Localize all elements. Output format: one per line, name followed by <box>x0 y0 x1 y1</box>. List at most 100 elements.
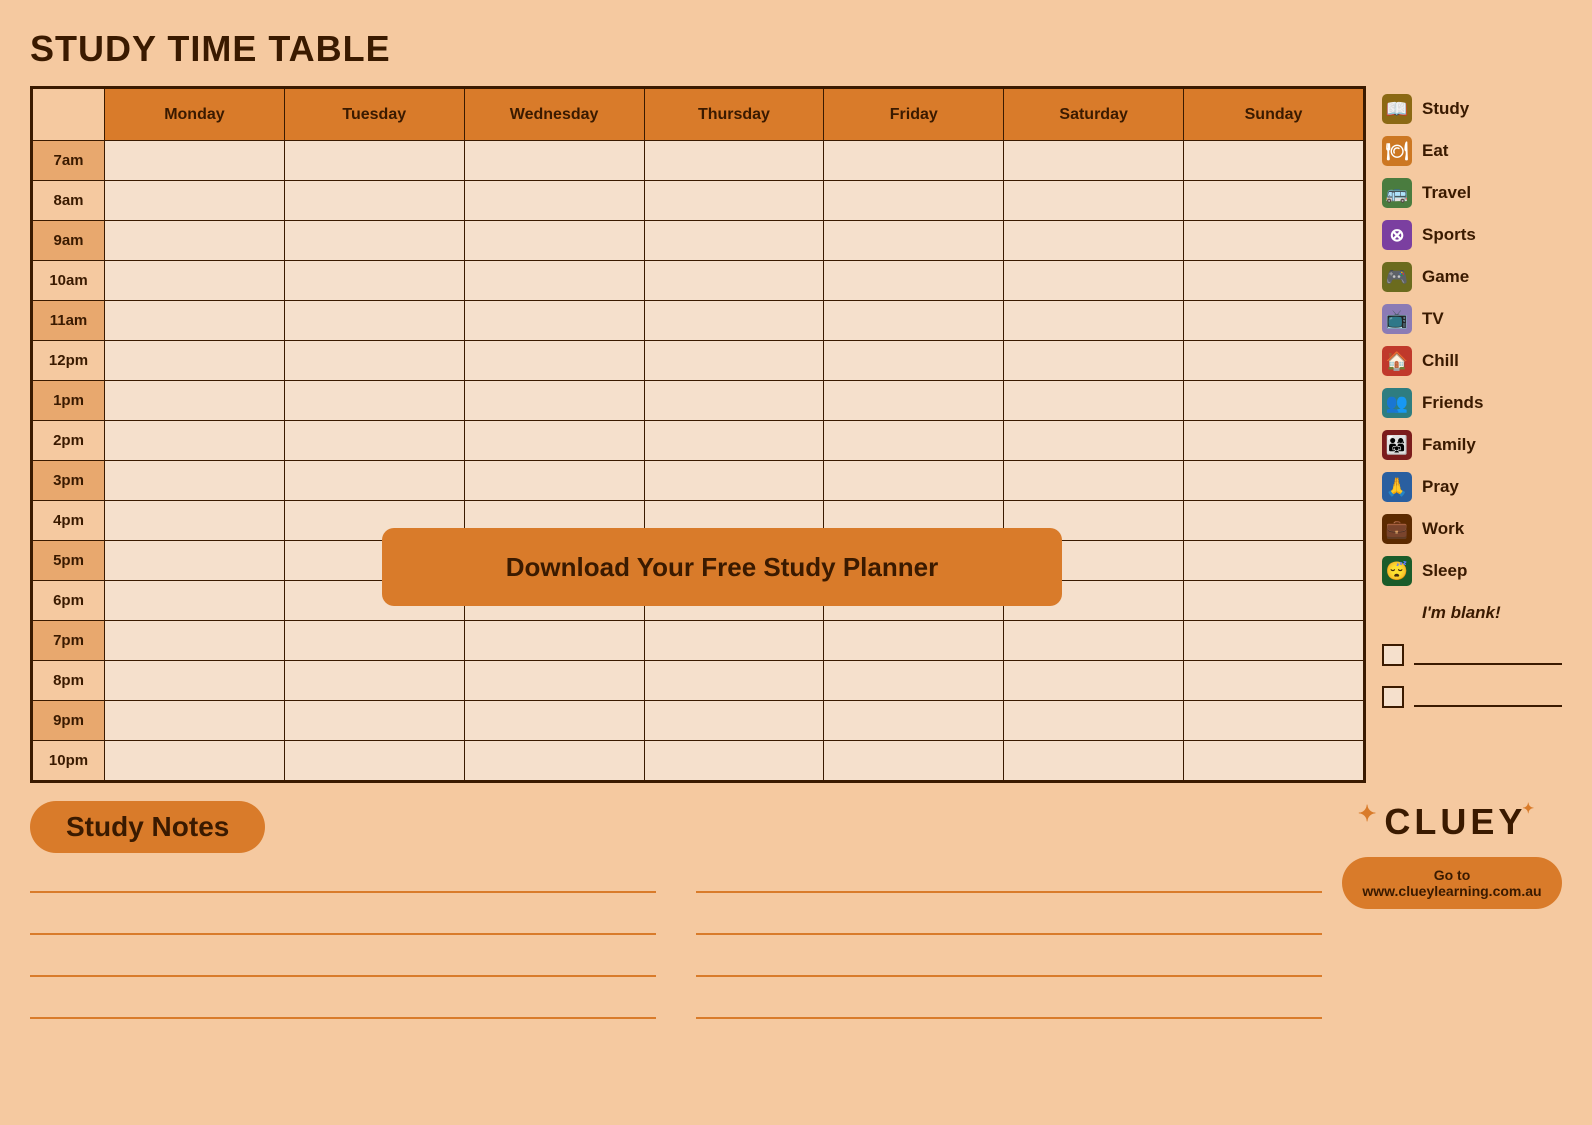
table-cell[interactable] <box>105 261 285 301</box>
table-cell[interactable] <box>824 381 1004 421</box>
table-cell[interactable] <box>644 341 824 381</box>
table-cell[interactable] <box>824 701 1004 741</box>
table-cell[interactable] <box>1004 141 1184 181</box>
table-cell[interactable] <box>824 301 1004 341</box>
table-cell[interactable] <box>105 741 285 781</box>
legend-checkbox[interactable] <box>1382 644 1404 666</box>
table-cell[interactable] <box>284 261 464 301</box>
table-cell[interactable] <box>1184 341 1364 381</box>
table-cell[interactable] <box>644 421 824 461</box>
table-cell[interactable] <box>1184 741 1364 781</box>
table-cell[interactable] <box>284 661 464 701</box>
table-cell[interactable] <box>1004 661 1184 701</box>
table-cell[interactable] <box>1184 501 1364 541</box>
table-cell[interactable] <box>1004 221 1184 261</box>
table-cell[interactable] <box>1184 181 1364 221</box>
table-cell[interactable] <box>464 221 644 261</box>
table-cell[interactable] <box>1004 381 1184 421</box>
table-cell[interactable] <box>284 341 464 381</box>
table-cell[interactable] <box>284 381 464 421</box>
table-cell[interactable] <box>644 741 824 781</box>
table-cell[interactable] <box>105 141 285 181</box>
table-cell[interactable] <box>1004 181 1184 221</box>
table-cell[interactable] <box>105 541 285 581</box>
table-cell[interactable] <box>1184 581 1364 621</box>
table-cell[interactable] <box>1004 621 1184 661</box>
table-cell[interactable] <box>824 621 1004 661</box>
table-cell[interactable] <box>105 621 285 661</box>
table-cell[interactable] <box>464 301 644 341</box>
table-cell[interactable] <box>1004 261 1184 301</box>
table-cell[interactable] <box>1184 461 1364 501</box>
website-badge[interactable]: Go to www.clueylearning.com.au <box>1342 857 1562 909</box>
table-cell[interactable] <box>824 421 1004 461</box>
table-cell[interactable] <box>105 341 285 381</box>
table-cell[interactable] <box>1004 301 1184 341</box>
table-cell[interactable] <box>1184 421 1364 461</box>
table-cell[interactable] <box>644 221 824 261</box>
table-cell[interactable] <box>464 621 644 661</box>
table-cell[interactable] <box>644 621 824 661</box>
table-cell[interactable] <box>464 341 644 381</box>
table-cell[interactable] <box>824 261 1004 301</box>
table-cell[interactable] <box>284 741 464 781</box>
table-cell[interactable] <box>824 181 1004 221</box>
table-cell[interactable] <box>284 701 464 741</box>
table-cell[interactable] <box>1004 341 1184 381</box>
legend-checkbox[interactable] <box>1382 686 1404 708</box>
table-cell[interactable] <box>284 301 464 341</box>
table-cell[interactable] <box>464 701 644 741</box>
table-cell[interactable] <box>464 461 644 501</box>
table-cell[interactable] <box>1184 381 1364 421</box>
table-cell[interactable] <box>1004 741 1184 781</box>
table-cell[interactable] <box>284 621 464 661</box>
table-cell[interactable] <box>824 661 1004 701</box>
table-cell[interactable] <box>824 221 1004 261</box>
table-cell[interactable] <box>464 421 644 461</box>
table-cell[interactable] <box>824 741 1004 781</box>
table-cell[interactable] <box>105 301 285 341</box>
table-cell[interactable] <box>824 341 1004 381</box>
table-cell[interactable] <box>105 421 285 461</box>
table-cell[interactable] <box>464 261 644 301</box>
table-cell[interactable] <box>464 741 644 781</box>
table-cell[interactable] <box>644 461 824 501</box>
table-cell[interactable] <box>464 181 644 221</box>
table-cell[interactable] <box>105 701 285 741</box>
table-cell[interactable] <box>824 141 1004 181</box>
table-cell[interactable] <box>284 221 464 261</box>
table-cell[interactable] <box>105 381 285 421</box>
table-cell[interactable] <box>284 461 464 501</box>
table-cell[interactable] <box>1004 461 1184 501</box>
table-cell[interactable] <box>105 661 285 701</box>
table-cell[interactable] <box>1184 301 1364 341</box>
table-cell[interactable] <box>824 461 1004 501</box>
table-cell[interactable] <box>105 581 285 621</box>
table-cell[interactable] <box>105 461 285 501</box>
table-cell[interactable] <box>105 501 285 541</box>
table-cell[interactable] <box>1184 221 1364 261</box>
table-cell[interactable] <box>1184 141 1364 181</box>
table-cell[interactable] <box>464 661 644 701</box>
table-cell[interactable] <box>644 181 824 221</box>
table-cell[interactable] <box>284 421 464 461</box>
table-cell[interactable] <box>644 261 824 301</box>
table-cell[interactable] <box>1184 661 1364 701</box>
table-cell[interactable] <box>644 301 824 341</box>
table-cell[interactable] <box>284 181 464 221</box>
table-cell[interactable] <box>644 141 824 181</box>
download-button[interactable]: Download Your Free Study Planner <box>382 528 1062 606</box>
table-cell[interactable] <box>644 381 824 421</box>
table-cell[interactable] <box>1184 541 1364 581</box>
table-cell[interactable] <box>1004 421 1184 461</box>
table-cell[interactable] <box>464 141 644 181</box>
table-cell[interactable] <box>284 141 464 181</box>
table-cell[interactable] <box>105 221 285 261</box>
table-cell[interactable] <box>1184 621 1364 661</box>
table-cell[interactable] <box>105 181 285 221</box>
table-cell[interactable] <box>1004 701 1184 741</box>
table-cell[interactable] <box>644 701 824 741</box>
table-cell[interactable] <box>644 661 824 701</box>
table-cell[interactable] <box>1184 261 1364 301</box>
table-cell[interactable] <box>1184 701 1364 741</box>
